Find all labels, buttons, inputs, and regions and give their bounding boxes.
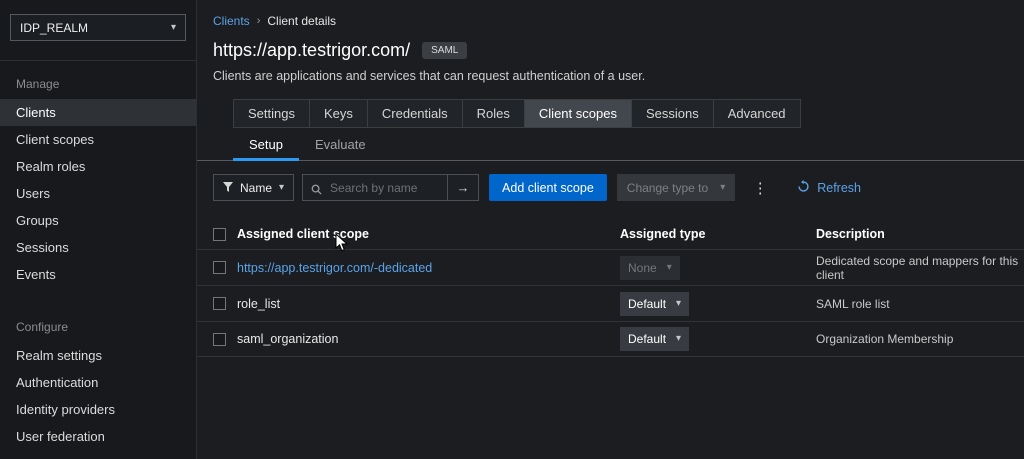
assigned-type-select[interactable]: Default ▾: [620, 291, 690, 316]
sidebar-item-identity-providers[interactable]: Identity providers: [0, 396, 196, 423]
assigned-type-value: Default: [628, 296, 667, 311]
search-input[interactable]: [303, 180, 448, 195]
filter-funnel-icon: [223, 181, 233, 195]
scope-link-dedicated[interactable]: https://app.testrigor.com/-dedicated: [237, 261, 432, 275]
column-header-assigned-type: Assigned type: [620, 227, 706, 241]
chevron-down-icon: ▾: [676, 333, 682, 344]
table-header-row: Assigned client scope Assigned type Desc…: [197, 219, 1024, 249]
sidebar-item-groups[interactable]: Groups: [0, 207, 196, 234]
client-scopes-subtabs: Setup Evaluate: [197, 128, 1024, 161]
assigned-type-select: None ▾: [620, 255, 680, 280]
assigned-type-value: None: [628, 260, 657, 275]
breadcrumb: Clients › Client details: [197, 0, 1024, 28]
sidebar-item-realm-settings[interactable]: Realm settings: [0, 342, 196, 369]
column-header-description: Description: [816, 227, 885, 241]
tab-settings[interactable]: Settings: [233, 99, 310, 128]
sidebar-item-authentication[interactable]: Authentication: [0, 369, 196, 396]
toolbar: Name ▾ → Add client scope Change type to…: [197, 161, 1024, 213]
chevron-down-icon: ▾: [170, 21, 176, 33]
scope-name-saml-organization: saml_organization: [237, 332, 339, 346]
scope-description: SAML role list: [816, 296, 890, 311]
client-scopes-table: Assigned client scope Assigned type Desc…: [197, 219, 1024, 357]
scope-description: Dedicated scope and mappers for this cli…: [816, 253, 1019, 282]
tab-advanced[interactable]: Advanced: [713, 99, 801, 128]
tab-sessions[interactable]: Sessions: [631, 99, 714, 128]
refresh-icon: [797, 179, 810, 196]
search-group: →: [302, 174, 480, 201]
chevron-down-icon: ▾: [666, 261, 672, 273]
sidebar-item-clients[interactable]: Clients: [0, 99, 196, 126]
nav-section-configure: Configure: [16, 320, 69, 334]
assigned-type-select[interactable]: Default ▾: [620, 327, 690, 351]
table-row: https://app.testrigor.com/-dedicated Non…: [197, 249, 1024, 285]
breadcrumb-separator-icon: ›: [256, 15, 261, 27]
chevron-down-icon: ▾: [279, 181, 285, 193]
add-client-scope-button[interactable]: Add client scope: [489, 174, 607, 201]
search-box: [302, 174, 449, 201]
chevron-down-icon: ▾: [676, 297, 682, 309]
column-header-assigned-client-scope: Assigned client scope: [237, 227, 369, 241]
row-checkbox[interactable]: [213, 332, 226, 346]
change-type-label: Change type to: [626, 180, 709, 195]
scope-description: Organization Membership: [816, 332, 954, 346]
realm-selector-label: IDP_REALM: [20, 20, 89, 35]
search-icon: [311, 182, 322, 200]
page-title: https://app.testrigor.com/: [213, 40, 411, 60]
refresh-label: Refresh: [817, 180, 861, 195]
refresh-button[interactable]: Refresh: [797, 179, 861, 196]
subtab-setup[interactable]: Setup: [233, 128, 299, 161]
chevron-down-icon: ▾: [720, 181, 726, 193]
tab-client-scopes[interactable]: Client scopes: [524, 99, 632, 128]
client-detail-tabs: Settings Keys Credentials Roles Client s…: [233, 99, 801, 128]
realm-selector[interactable]: IDP_REALM ▾: [10, 14, 186, 41]
breadcrumb-current: Client details: [267, 14, 337, 28]
row-checkbox[interactable]: [213, 297, 226, 310]
page-description: Clients are applications and services th…: [213, 69, 646, 83]
sidebar-item-users[interactable]: Users: [0, 180, 196, 207]
change-type-dropdown[interactable]: Change type to ▾: [616, 174, 736, 201]
sidebar: IDP_REALM ▾ Manage Clients Client scopes…: [0, 0, 197, 459]
breadcrumb-clients-link[interactable]: Clients: [213, 14, 250, 28]
nav-section-manage: Manage: [16, 77, 60, 91]
subtab-evaluate[interactable]: Evaluate: [299, 128, 382, 160]
table-row: role_list Default ▾ SAML role list: [197, 285, 1024, 321]
keycloak-admin-console: IDP_REALM ▾ Manage Clients Client scopes…: [0, 0, 1024, 459]
table-row: saml_organization Default ▾ Organization…: [197, 321, 1024, 357]
name-filter-label: Name: [240, 180, 273, 195]
sidebar-item-user-federation[interactable]: User federation: [0, 423, 196, 450]
sidebar-item-realm-roles[interactable]: Realm roles: [0, 153, 196, 180]
main-content: Clients › Client details https://app.tes…: [197, 0, 1024, 459]
select-all-checkbox[interactable]: [213, 227, 226, 241]
name-filter-dropdown[interactable]: Name ▾: [213, 174, 295, 201]
search-submit-button[interactable]: →: [448, 174, 480, 201]
protocol-badge: SAML: [422, 42, 468, 59]
sidebar-item-events[interactable]: Events: [0, 261, 196, 288]
tab-keys[interactable]: Keys: [309, 99, 368, 128]
sidebar-item-client-scopes[interactable]: Client scopes: [0, 126, 196, 153]
tab-credentials[interactable]: Credentials: [367, 99, 463, 128]
arrow-right-icon: →: [456, 180, 470, 195]
scope-name-role-list: role_list: [237, 296, 281, 311]
sidebar-item-sessions[interactable]: Sessions: [0, 234, 196, 261]
row-checkbox[interactable]: [213, 261, 226, 274]
tab-roles[interactable]: Roles: [462, 99, 525, 128]
assigned-type-value: Default: [628, 332, 667, 346]
kebab-menu-icon[interactable]: ⋮: [751, 179, 769, 197]
